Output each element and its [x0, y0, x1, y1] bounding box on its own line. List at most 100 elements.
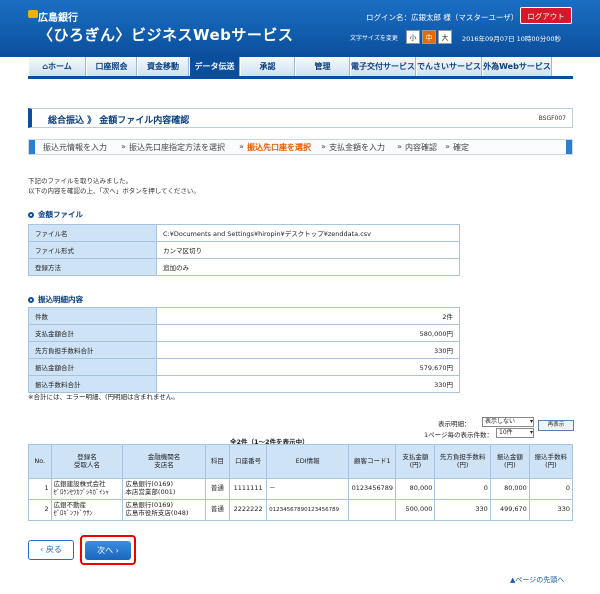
chevron-down-icon: ▾ [529, 418, 533, 425]
col-transfer-fee: 振込手数料 (円) [528, 444, 574, 479]
summary-note: ※合計には、エラー明細、(円明細は含まれません。 [28, 393, 179, 401]
row-subject: 普通 [204, 478, 231, 500]
register-method-label: 登録方法 [28, 258, 157, 276]
step-right-arrow-icon [566, 140, 572, 154]
step-separator-icon: » [121, 142, 126, 151]
table-row: 先方負担手数料合計 330円 [28, 341, 460, 359]
font-large-button[interactable]: 大 [438, 30, 452, 44]
service-name: 〈ひろぎん〉ビジネスWebサービス [38, 26, 294, 44]
redisplay-button[interactable]: 再表示 [538, 420, 574, 431]
table-row: ファイル名 C:¥Documents and Settings¥hiropin¥デ… [28, 224, 460, 242]
row-edi: 01234567890123456789 [266, 499, 350, 521]
display-detail-select[interactable]: 表示しない ▾ [482, 417, 534, 427]
font-medium-button[interactable]: 中 [422, 30, 436, 44]
next-button[interactable]: 次へ › [85, 541, 131, 560]
row-no: 1 [28, 478, 52, 500]
col-pay-amount: 支払金額 (円) [395, 444, 436, 479]
nav-densai[interactable]: でんさいサービス [416, 57, 482, 77]
register-method-value: 追加のみ [156, 258, 460, 276]
logout-button[interactable]: ログアウト [520, 7, 572, 24]
table-row: 件数 2件 [28, 307, 460, 325]
step-5: 内容確認 [405, 143, 437, 152]
payee-fee-total-label: 先方負担手数料合計 [28, 341, 157, 359]
summary-section-heading-text: 振込明細内容 [38, 295, 83, 304]
table-row: 振込手数料合計 330円 [28, 375, 460, 393]
per-page-value: 10件 [499, 429, 513, 436]
transfer-fee-total-label: 振込手数料合計 [28, 375, 157, 393]
file-section-heading-text: 金額ファイル [38, 210, 83, 219]
table-row: 振込金額合計 579,670円 [28, 358, 460, 376]
file-name-label: ファイル名 [28, 224, 157, 242]
page-title: 総合振込 》 金額ファイル内容確認 [48, 116, 190, 126]
per-page-label: 1ページ毎の表示件数： [424, 431, 494, 439]
row-transfer-amount: 80,000 [489, 478, 530, 500]
chevron-down-icon: ▾ [529, 429, 533, 436]
step-4: 支払金額を入力 [329, 143, 385, 152]
intro-line-1: 下記のファイルを取り込みました。 [28, 177, 132, 185]
bank-name: 広島銀行 [38, 13, 78, 24]
step-1: 振込元情報を入力 [43, 143, 107, 152]
font-small-button[interactable]: 小 [406, 30, 420, 44]
transfer-total-label: 振込金額合計 [28, 358, 157, 376]
nav-home[interactable]: ⌂ホーム [28, 57, 86, 77]
nav-forex[interactable]: 外為Webサービス [482, 57, 552, 77]
table-row: 登録方法 追加のみ [28, 258, 460, 276]
per-page-select[interactable]: 10件 ▾ [496, 428, 534, 438]
row-customer-code [348, 499, 397, 521]
table-row: 支払金額合計 580,000円 [28, 324, 460, 342]
payee-fee-total-value: 330円 [156, 341, 460, 359]
row-payee-fee: 330 [434, 499, 491, 521]
nav-fund[interactable]: 資金移動 [137, 57, 189, 77]
back-button[interactable]: ‹ 戻る [28, 540, 74, 560]
col-payee-fee: 先方負担手数料 (円) [434, 444, 491, 479]
next-button-highlight: 次へ › [80, 535, 136, 565]
row-transfer-fee: 330 [528, 499, 574, 521]
row-bank: 広島銀行(0169) 広島市役所支店(048) [122, 499, 206, 521]
page-title-box: 総合振込 》 金額ファイル内容確認 BSGF007 [28, 108, 573, 128]
row-payee: 広銀建設株式会社 ｾﾞﾛｹﾝｾﾂｶﾌﾞｼｷｶﾞｲｼｬ [50, 478, 124, 500]
bank-logo-icon [28, 10, 38, 18]
display-detail-value: 表示しない [485, 418, 516, 425]
file-info-table: ファイル名 C:¥Documents and Settings¥hiropin¥デ… [28, 224, 460, 276]
transfer-fee-total-value: 330円 [156, 375, 460, 393]
login-name: ログイン名：広銀太郎 様（マスターユーザ） [366, 13, 519, 22]
row-transfer-fee: 0 [528, 478, 574, 500]
login-datetime: 2016年09月07日 10時00分00秒 [462, 35, 561, 43]
page-top-link[interactable]: ▲ページの先頭へ [510, 575, 564, 585]
file-section-heading: 金額ファイル [28, 209, 83, 220]
col-account: 口座番号 [229, 444, 268, 479]
col-customer-code: 顧客コード1 [348, 444, 397, 479]
step-6: 確定 [453, 143, 469, 152]
chevron-right-icon: › [113, 546, 119, 555]
summary-section-heading: 振込明細内容 [28, 294, 83, 305]
row-bank: 広島銀行(0169) 本店営業部(001) [122, 478, 206, 500]
nav-edelivery[interactable]: 電子交付サービス [350, 57, 416, 77]
main-nav: ⌂ホーム 口座照会 資金移動 データ伝送 承認 管理 電子交付サービス でんさい… [28, 57, 573, 77]
display-detail-label: 表示明細： [438, 420, 471, 428]
nav-home-label: ホーム [47, 62, 72, 71]
nav-account[interactable]: 口座照会 [86, 57, 137, 77]
back-label: 戻る [45, 545, 62, 554]
row-transfer-amount: 499,670 [489, 499, 530, 521]
table-header-row: No. 登録名 受取人名 金融機関名 支店名 科目 口座番号 EDI情報 顧客コ… [28, 444, 574, 479]
row-pay-amount: 80,000 [395, 478, 436, 500]
row-customer-code: 0123456789 [348, 478, 397, 500]
step-left-arrow-icon [29, 140, 35, 154]
count-label: 件数 [28, 307, 157, 325]
file-name-value: C:¥Documents and Settings¥hiropin¥デスクトップ… [156, 224, 460, 242]
nav-approval[interactable]: 承認 [240, 57, 295, 77]
next-label: 次へ [97, 546, 114, 555]
font-size-label: 文字サイズを変更 [350, 35, 398, 42]
table-row: 1 広銀建設株式会社 ｾﾞﾛｹﾝｾﾂｶﾌﾞｼｷｶﾞｲｼｬ 広島銀行(0169) … [28, 478, 574, 500]
nav-underline [28, 76, 573, 79]
step-3-current: 振込先口座を選択 [247, 143, 311, 152]
summary-table: 件数 2件 支払金額合計 580,000円 先方負担手数料合計 330円 振込金額合計… [28, 307, 460, 393]
col-bank: 金融機関名 支店名 [122, 444, 206, 479]
section-bullet-icon [28, 212, 34, 218]
row-payee: 広銀不動産 ｾﾞﾛｷﾞﾝﾌﾄﾞｳｻﾝ [50, 499, 124, 521]
row-no: 2 [28, 499, 52, 521]
nav-admin[interactable]: 管理 [295, 57, 350, 77]
table-row: 2 広銀不動産 ｾﾞﾛｷﾞﾝﾌﾄﾞｳｻﾝ 広島銀行(0169) 広島市役所支店(… [28, 499, 574, 521]
nav-data[interactable]: データ伝送 [189, 57, 240, 77]
row-pay-amount: 500,000 [395, 499, 436, 521]
